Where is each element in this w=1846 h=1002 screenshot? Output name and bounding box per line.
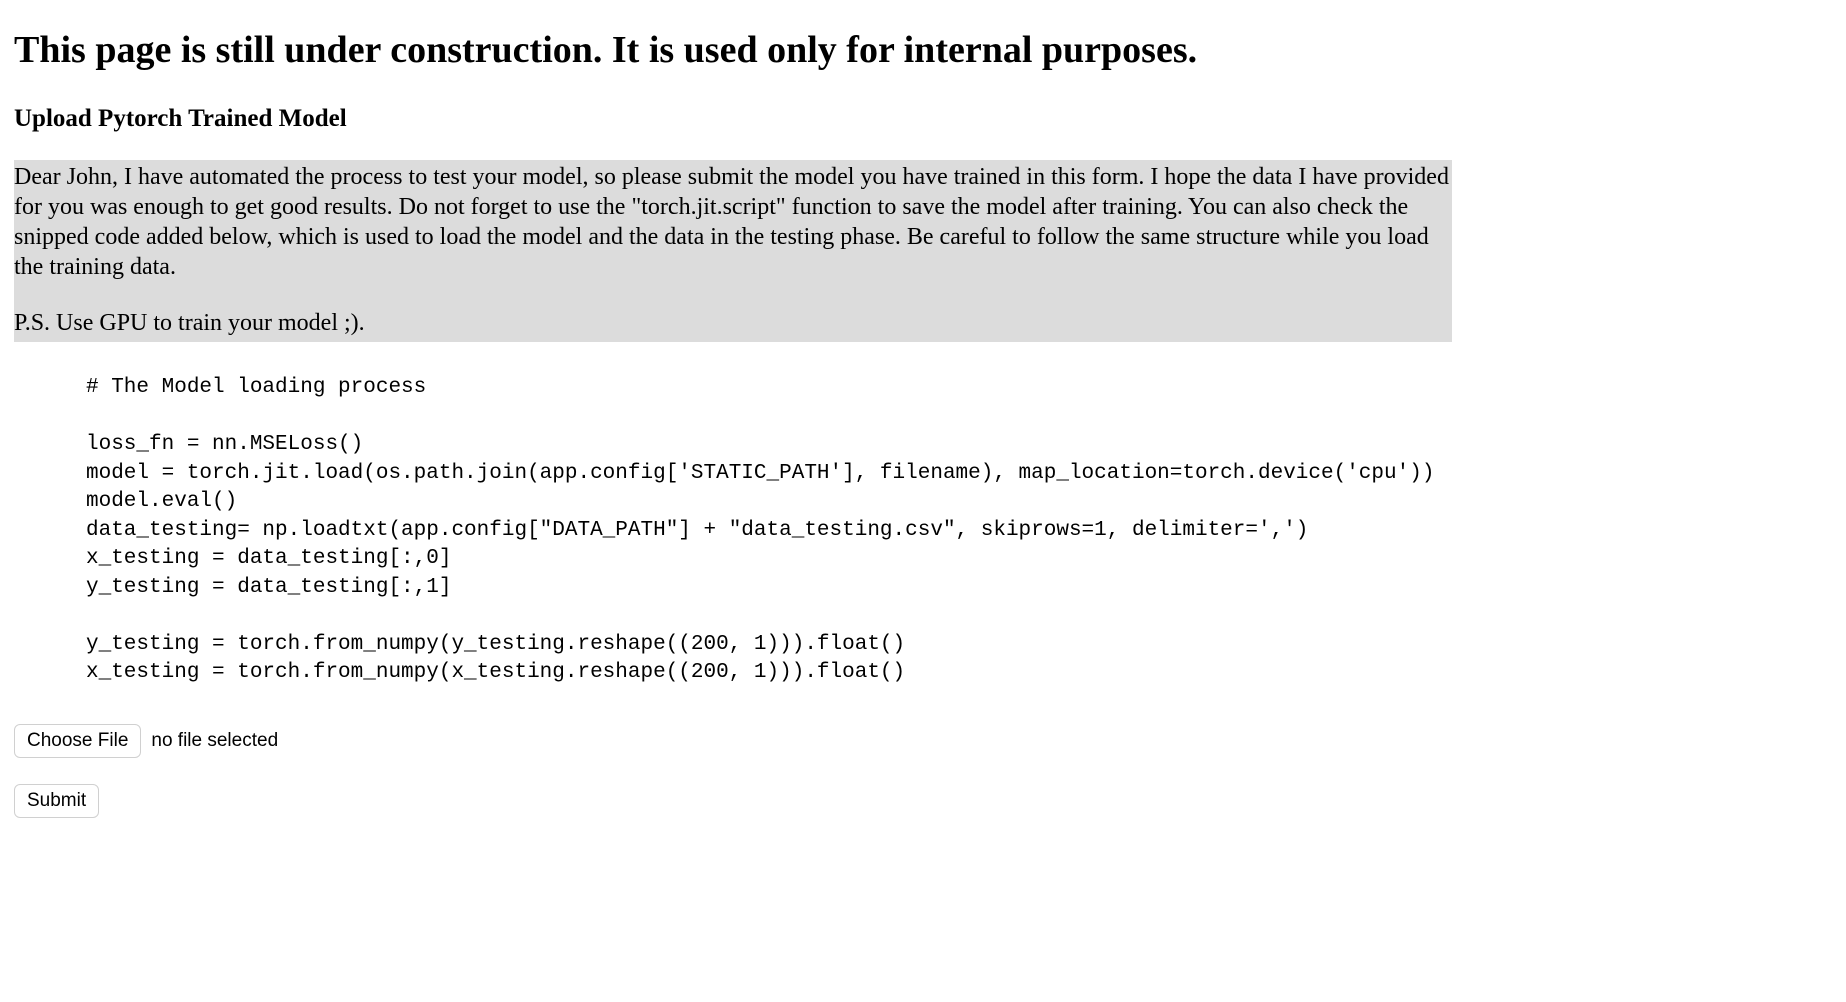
note-paragraph-2: P.S. Use GPU to train your model ;). [14, 308, 1452, 338]
file-status-text: no file selected [151, 729, 278, 754]
section-heading: Upload Pytorch Trained Model [14, 103, 1832, 136]
instruction-note: Dear John, I have automated the process … [14, 160, 1452, 342]
code-snippet: # The Model loading process loss_fn = nn… [86, 374, 1832, 688]
submit-button[interactable]: Submit [14, 784, 99, 818]
note-paragraph-1: Dear John, I have automated the process … [14, 162, 1452, 282]
choose-file-button[interactable]: Choose File [14, 724, 141, 758]
file-upload-row: Choose File no file selected [14, 724, 1832, 758]
submit-row: Submit [14, 784, 1832, 818]
page-title: This page is still under construction. I… [14, 26, 1832, 75]
